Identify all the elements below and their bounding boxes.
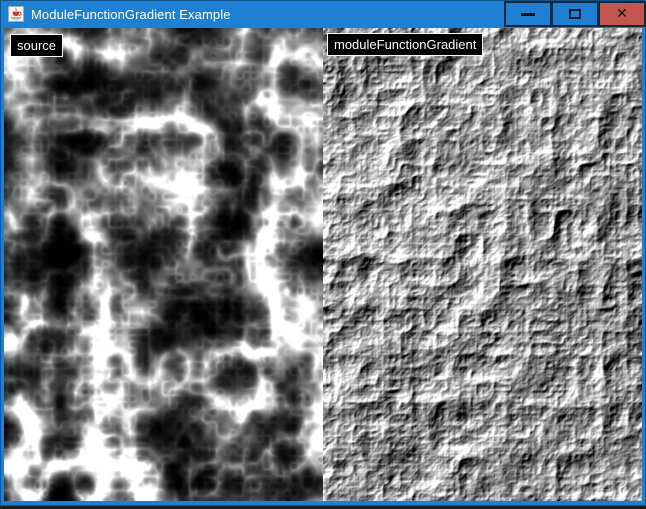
gradient-image xyxy=(323,28,642,501)
minimize-button[interactable] xyxy=(504,1,552,27)
app-window: ModuleFunctionGradient Example ✕ source … xyxy=(0,0,646,506)
maximize-icon xyxy=(569,9,581,19)
content-area: source moduleFunctionGradient xyxy=(4,28,642,501)
minimize-icon xyxy=(521,13,535,16)
close-button[interactable]: ✕ xyxy=(598,1,646,27)
source-image xyxy=(4,28,323,501)
image-label-source: source xyxy=(10,34,63,57)
java-coffee-icon xyxy=(8,6,24,22)
image-label-gradient: moduleFunctionGradient xyxy=(327,33,483,56)
window-controls: ✕ xyxy=(504,0,646,28)
maximize-button[interactable] xyxy=(551,1,599,27)
close-icon: ✕ xyxy=(616,7,628,21)
title-bar[interactable]: ModuleFunctionGradient Example ✕ xyxy=(0,0,646,28)
window-title: ModuleFunctionGradient Example xyxy=(31,7,231,22)
